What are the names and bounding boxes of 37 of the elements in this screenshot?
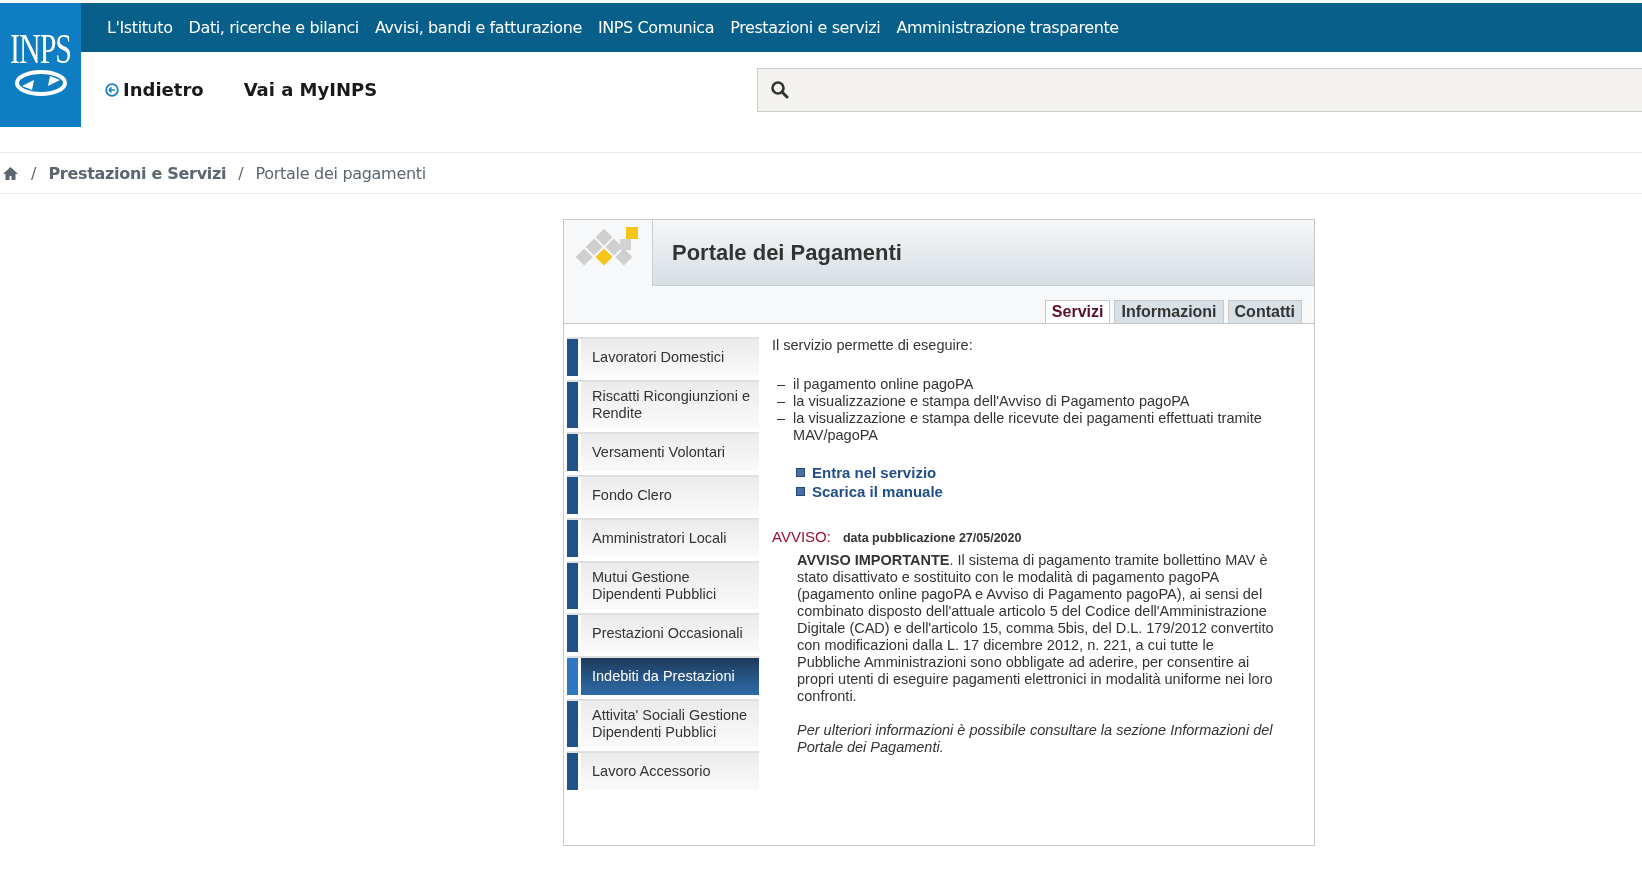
breadcrumb-separator: / [238, 163, 244, 183]
search-field[interactable] [757, 67, 1642, 112]
current-page-text: Portale dei pagamenti [255, 163, 426, 183]
tab[interactable]: Informazioni [1114, 300, 1224, 323]
back-link[interactable]: Indietro [105, 79, 204, 100]
bullet-text: il pagamento online pagoPA [793, 376, 974, 393]
service-link[interactable]: Scarica il manuale [812, 483, 943, 500]
publication-date: data pubblicazione 27/05/2020 [842, 530, 1022, 547]
tab[interactable]: Contatti [1227, 300, 1302, 323]
dash-mark: – [777, 376, 786, 393]
bullet-text: la visualizzazione e stampa dell'Avviso di Pagamento pagoPA [793, 393, 1190, 410]
dash-mark: – [777, 393, 786, 410]
nav-link[interactable]: INPS Comunica [597, 18, 715, 37]
nav-link[interactable]: Amministrazione trasparente [896, 18, 1119, 37]
info-note: Per ulteriori informazioni è possibile consultare la sezione Informazioni del Portale dei Pagamenti. [797, 722, 1274, 756]
intro-text: Il servizio permette di eseguire: [772, 337, 974, 354]
notice-label: AVVISO: [772, 528, 831, 545]
home-icon[interactable] [2, 165, 19, 181]
square-bullet-icon [796, 468, 805, 477]
bullet-text: la visualizzazione e stampa delle ricevute dei pagamenti effettuati tramite MAV/pagoPA [793, 410, 1263, 444]
panel-title: Portale dei Pagamenti [672, 239, 902, 266]
myinps-link[interactable]: Vai a MyINPS [243, 79, 378, 100]
nav-link[interactable]: Avvisi, bandi e fatturazione [374, 18, 582, 37]
nav-link[interactable]: Prestazioni e servizi [730, 18, 881, 37]
breadcrumb-link[interactable]: Prestazioni e Servizi [48, 163, 227, 183]
inps-logo[interactable]: INPS [0, 3, 81, 127]
square-bullet-icon [796, 487, 805, 496]
notice-text: AVVISO IMPORTANTE. Il sistema di pagamento tramite bollettino MAV è stato disattivato e sostituito con le modalità di pagamento pagoPA (pagamento online pagoPA e Avviso di Pagamento pagoPA), ai sensi del combinato disposto dell'attuale articolo 5 del Codice dell'Amministrazione Digitale (CAD) e dell'articolo 15, comma 5bis, del D.L. 179/2012 convertito con modificazioni dalla L. 17 dicembre 2012, n. 221, a cui tutte le Pubbliche Amministrazioni sono obbligate ad aderire, per consentire ai propri utenti di eseguire pagamenti elettronici in modalità uniforme nei loro confronti. [797, 552, 1274, 704]
nav-link[interactable]: L'Istituto [107, 18, 173, 37]
logo-text: INPS [10, 25, 71, 73]
tab[interactable]: Servizi [1044, 300, 1111, 323]
nav-link[interactable]: Dati, ricerche e bilanci [188, 18, 359, 37]
arrows-icon [13, 68, 68, 98]
dash-mark: – [777, 410, 786, 428]
search-icon [770, 80, 789, 99]
breadcrumb-separator: / [31, 163, 37, 183]
service-link[interactable]: Entra nel servizio [812, 464, 937, 481]
